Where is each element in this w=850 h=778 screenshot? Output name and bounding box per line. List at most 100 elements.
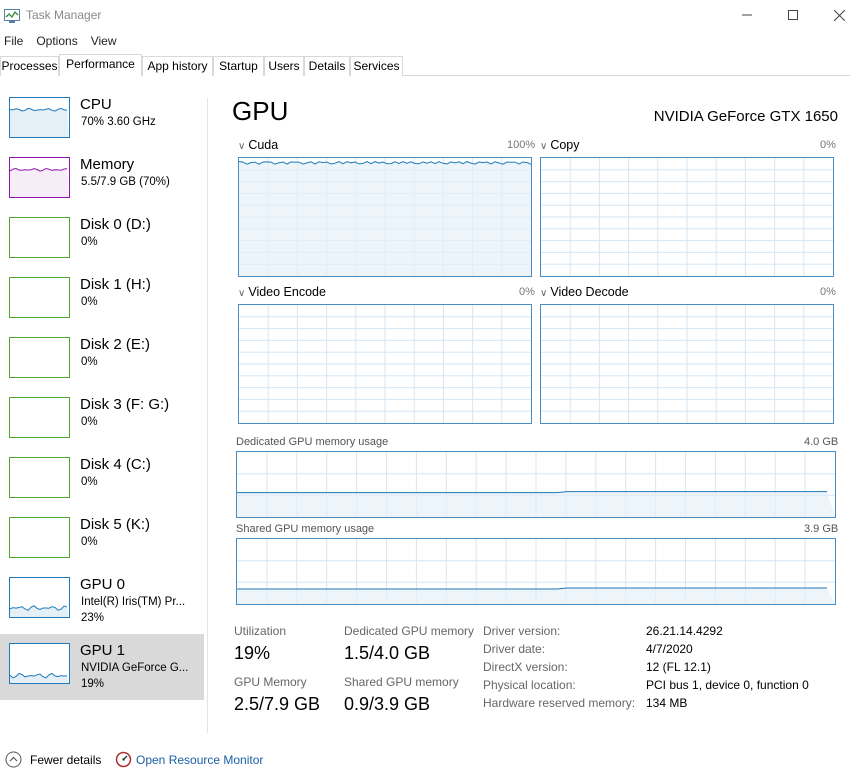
sidebar-item-detail: 0% (81, 356, 98, 368)
engine-selector-video-encode[interactable]: ∨ Video Encode (238, 285, 326, 299)
graph-plot (237, 452, 835, 517)
engine-label: Video Encode (248, 285, 326, 299)
engine-max-label: 100% (507, 139, 536, 151)
dedicated-memory-value: 1.5/4.0 GB (344, 643, 431, 663)
tab-performance[interactable]: Performance (59, 54, 142, 76)
gpu-device-name: NVIDIA GeForce GTX 1650 (653, 108, 838, 125)
page-title: GPU (232, 96, 289, 126)
engine-max-label: 0% (820, 286, 836, 298)
physical-location-label: Physical location: (483, 678, 576, 692)
cuda-usage-graph (238, 157, 532, 277)
sidebar-item-detail: NVIDIA GeForce G... (81, 662, 189, 674)
sidebar-item-disk-1[interactable]: Disk 1 (H:) 0% (0, 274, 204, 334)
minimize-button[interactable] (724, 0, 770, 30)
sidebar-divider (207, 98, 208, 733)
chevron-down-icon: ∨ (238, 288, 246, 299)
task-manager-icon (4, 9, 20, 23)
sidebar-item-detail: 0% (81, 536, 98, 548)
title-bar[interactable]: Task Manager (0, 0, 850, 32)
open-resource-monitor-link[interactable]: Open Resource Monitor (136, 753, 263, 767)
driver-date-label: Driver date: (483, 642, 546, 656)
tab-processes[interactable]: Processes (0, 56, 59, 76)
copy-usage-graph (540, 157, 834, 277)
sidebar-item-gpu-0[interactable]: GPU 0 Intel(R) Iris(TM) Pr... 23% (0, 574, 204, 634)
sidebar-item-cpu[interactable]: CPU 70% 3.60 GHz (0, 94, 204, 154)
driver-date-value: 4/7/2020 (646, 642, 693, 656)
chevron-down-icon: ∨ (238, 141, 246, 152)
thumbnail-trace (10, 167, 69, 197)
sidebar-item-disk-3[interactable]: Disk 3 (F: G:) 0% (0, 394, 204, 454)
sidebar-item-memory[interactable]: Memory 5.5/7.9 GB (70%) (0, 154, 204, 214)
sidebar-thumbnail-graph (9, 97, 70, 138)
sidebar-item-detail: 0% (81, 476, 98, 488)
sidebar-item-name: GPU 1 (80, 642, 126, 659)
sidebar-item-usage: 19% (81, 678, 105, 690)
sidebar-item-disk-5[interactable]: Disk 5 (K:) 0% (0, 514, 204, 574)
footer: Fewer details Open Resource Monitor (0, 748, 850, 772)
sidebar-item-detail: 0% (81, 296, 98, 308)
sidebar-thumbnail-graph (9, 457, 70, 498)
graph-plot (237, 539, 835, 604)
tab-startup[interactable]: Startup (213, 56, 264, 76)
engine-selector-cuda[interactable]: ∨ Cuda (238, 138, 278, 152)
sidebar-item-detail: 5.5/7.9 GB (70%) (81, 176, 170, 188)
menu-file[interactable]: File (0, 32, 27, 50)
hardware-reserved-memory-label: Hardware reserved memory: (483, 696, 636, 710)
sidebar-thumbnail-graph (9, 517, 70, 558)
tab-app-history[interactable]: App history (142, 56, 213, 76)
sidebar-item-disk-0[interactable]: Disk 0 (D:) 0% (0, 214, 204, 274)
thumbnail-trace (10, 672, 69, 683)
tab-details[interactable]: Details (304, 56, 350, 76)
chevron-down-icon: ∨ (540, 141, 548, 152)
sidebar-thumbnail-graph (9, 217, 70, 258)
engine-selector-copy[interactable]: ∨ Copy (540, 138, 580, 152)
graph-plot (239, 158, 531, 276)
maximize-button[interactable] (770, 0, 816, 30)
chevron-down-icon: ∨ (540, 288, 548, 299)
engine-label: Copy (550, 138, 580, 152)
sidebar-thumbnail-graph (9, 157, 70, 198)
menu-options[interactable]: Options (32, 32, 81, 50)
tab-services[interactable]: Services (350, 56, 403, 76)
resource-sidebar: CPU 70% 3.60 GHz Memory 5.5/7.9 GB (70%)… (0, 94, 204, 706)
chevron-up-circle-icon[interactable] (5, 751, 22, 768)
fewer-details-button[interactable]: Fewer details (30, 753, 101, 767)
close-icon (833, 9, 845, 21)
shared-memory-graph-label: Shared GPU memory usage (236, 523, 375, 535)
graph-plot (541, 305, 833, 423)
driver-version-value: 26.21.14.4292 (646, 624, 723, 638)
window-title: Task Manager (26, 8, 102, 22)
engine-selector-video-decode[interactable]: ∨ Video Decode (540, 285, 629, 299)
sidebar-item-disk-2[interactable]: Disk 2 (E:) 0% (0, 334, 204, 394)
dedicated-memory-graph (236, 451, 836, 518)
tab-users[interactable]: Users (264, 56, 304, 76)
sidebar-item-usage: 23% (81, 612, 105, 624)
shared-memory-graph (236, 538, 836, 605)
sidebar-thumbnail-graph (9, 337, 70, 378)
sidebar-item-name: Disk 0 (D:) (80, 216, 151, 233)
tab-bar: Processes Performance App history Startu… (0, 54, 850, 76)
engine-label: Video Decode (550, 285, 629, 299)
driver-version-label: Driver version: (483, 624, 561, 638)
thumbnail-trace (10, 218, 69, 257)
close-button[interactable] (816, 0, 850, 30)
shared-memory-label: Shared GPU memory (344, 675, 459, 689)
sidebar-item-name: Disk 3 (F: G:) (80, 396, 170, 413)
gpu-memory-label: GPU Memory (234, 675, 307, 689)
sidebar-thumbnail-graph (9, 397, 70, 438)
directx-version-label: DirectX version: (483, 660, 568, 674)
resource-monitor-icon (115, 751, 132, 768)
menu-view[interactable]: View (87, 32, 121, 50)
dedicated-memory-label: Dedicated GPU memory (344, 624, 475, 638)
utilization-value: 19% (234, 643, 271, 663)
sidebar-item-disk-4[interactable]: Disk 4 (C:) 0% (0, 454, 204, 514)
thumbnail-trace (10, 605, 69, 617)
engine-max-label: 0% (519, 286, 535, 298)
sidebar-item-name: CPU (80, 96, 112, 113)
video-decode-usage-graph (540, 304, 834, 424)
graph-plot (239, 305, 531, 423)
engine-label: Cuda (248, 138, 279, 152)
sidebar-item-gpu-1[interactable]: GPU 1 NVIDIA GeForce G... 19% (0, 634, 204, 700)
shared-memory-max-label: 3.9 GB (804, 523, 839, 535)
directx-version-value: 12 (FL 12.1) (646, 660, 711, 674)
